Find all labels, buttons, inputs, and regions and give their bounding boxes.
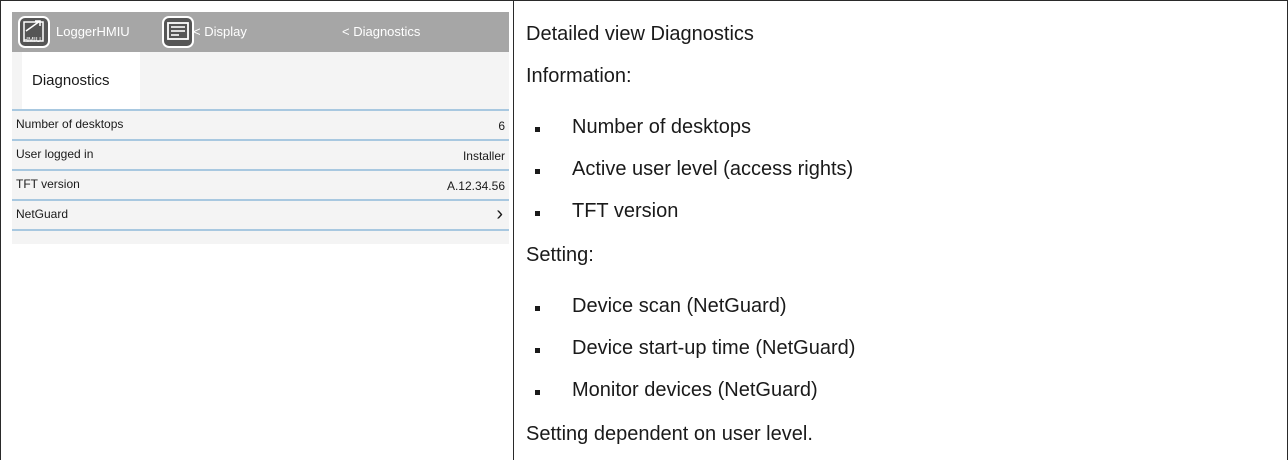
information-item-text: Active user level (access rights) <box>572 158 854 180</box>
device-screen: HMIU LoggerHMIU < Display < Diagnostics … <box>12 12 509 244</box>
bullet-icon <box>535 348 540 353</box>
information-item-text: TFT version <box>572 200 679 222</box>
bullet-icon <box>535 211 540 216</box>
tab-diagnostics[interactable]: Diagnostics <box>22 52 140 110</box>
diagnostics-list: Number of desktops 6 User logged in Inst… <box>12 109 509 231</box>
tab-diagnostics-label: Diagnostics <box>32 72 110 89</box>
table-border-top <box>0 0 1288 1</box>
list-item-netguard[interactable]: NetGuard › <box>12 199 509 231</box>
table-border-left <box>0 0 1 460</box>
display-menu-icon-button[interactable] <box>162 16 194 48</box>
title-bar: HMIU LoggerHMIU < Display < Diagnostics <box>12 12 509 52</box>
bullet-icon <box>535 390 540 395</box>
bullet-icon <box>535 169 540 174</box>
description-heading: Detailed view Diagnostics <box>526 23 754 45</box>
list-item-user-logged-in: User logged in Installer <box>12 139 509 169</box>
row-label: TFT version <box>16 177 80 191</box>
breadcrumb-diagnostics[interactable]: < Diagnostics <box>342 24 420 39</box>
row-value: 6 <box>498 119 505 133</box>
setting-item-text: Device start-up time (NetGuard) <box>572 337 856 359</box>
breadcrumb-display[interactable]: < Display <box>193 24 247 39</box>
bullet-icon <box>535 127 540 132</box>
row-value: A.12.34.56 <box>446 179 505 193</box>
row-label: User logged in <box>16 147 94 161</box>
setting-item-text: Monitor devices (NetGuard) <box>572 379 818 401</box>
document-lines-icon <box>167 22 189 40</box>
description-footer: Setting dependent on user level. <box>526 423 813 445</box>
list-item-tft-version: TFT version A.12.34.56 <box>12 169 509 199</box>
list-item-number-of-desktops: Number of desktops 6 <box>12 109 509 139</box>
bullet-icon <box>535 306 540 311</box>
tab-bar: Diagnostics <box>12 52 509 112</box>
chevron-right-icon: › <box>496 203 503 225</box>
app-name: LoggerHMIU <box>56 24 130 39</box>
setting-label: Setting: <box>526 244 594 266</box>
hmiu-icon-text: HMIU <box>23 37 41 44</box>
row-label: NetGuard <box>16 207 69 221</box>
row-label: Number of desktops <box>16 117 124 131</box>
table-column-divider <box>513 0 514 460</box>
information-label: Information: <box>526 65 632 87</box>
hmiu-app-icon[interactable]: HMIU <box>18 16 50 48</box>
row-value: Installer <box>462 149 505 163</box>
document-table: HMIU LoggerHMIU < Display < Diagnostics … <box>0 0 1288 460</box>
information-item-text: Number of desktops <box>572 116 751 138</box>
setting-item-text: Device scan (NetGuard) <box>572 295 787 317</box>
